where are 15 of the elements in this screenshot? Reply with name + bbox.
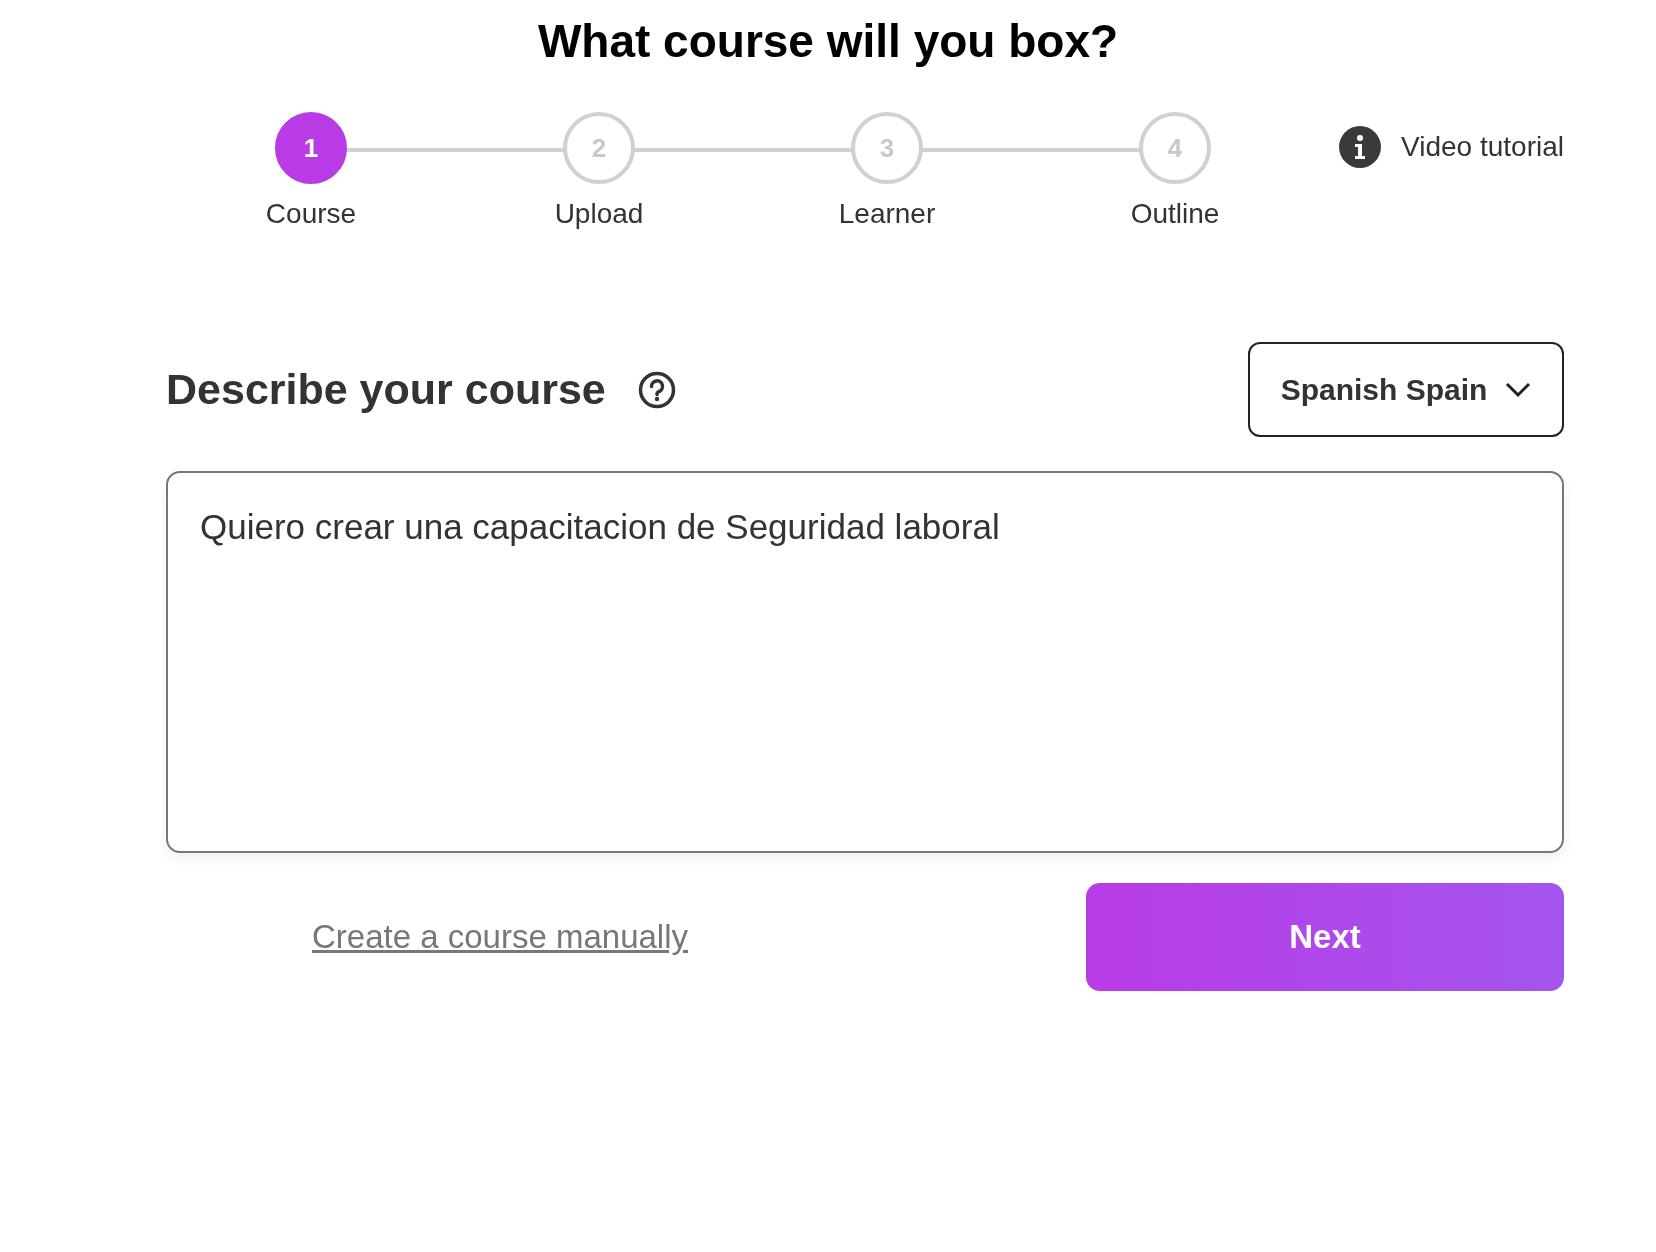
help-icon[interactable] (637, 370, 676, 409)
course-description-field[interactable]: Quiero crear una capacitacion de Seguridad laboral (166, 471, 1564, 853)
chevron-down-icon (1505, 381, 1532, 398)
step-label: Outline (1130, 198, 1220, 230)
create-manually-link[interactable]: Create a course manually (312, 918, 689, 956)
step-label: Upload (554, 198, 644, 230)
step-label: Learner (838, 198, 936, 230)
section-heading: Describe your course (166, 365, 606, 414)
next-button[interactable]: Next (1086, 883, 1564, 991)
language-dropdown[interactable]: Spanish Spain (1248, 342, 1564, 437)
page-title: What course will you box? (536, 14, 1120, 68)
step-label: Course (265, 198, 357, 230)
info-icon[interactable] (1339, 126, 1382, 168)
video-tutorial-link[interactable]: Video tutorial (1401, 131, 1564, 163)
step-circle[interactable]: 1 (275, 112, 347, 184)
